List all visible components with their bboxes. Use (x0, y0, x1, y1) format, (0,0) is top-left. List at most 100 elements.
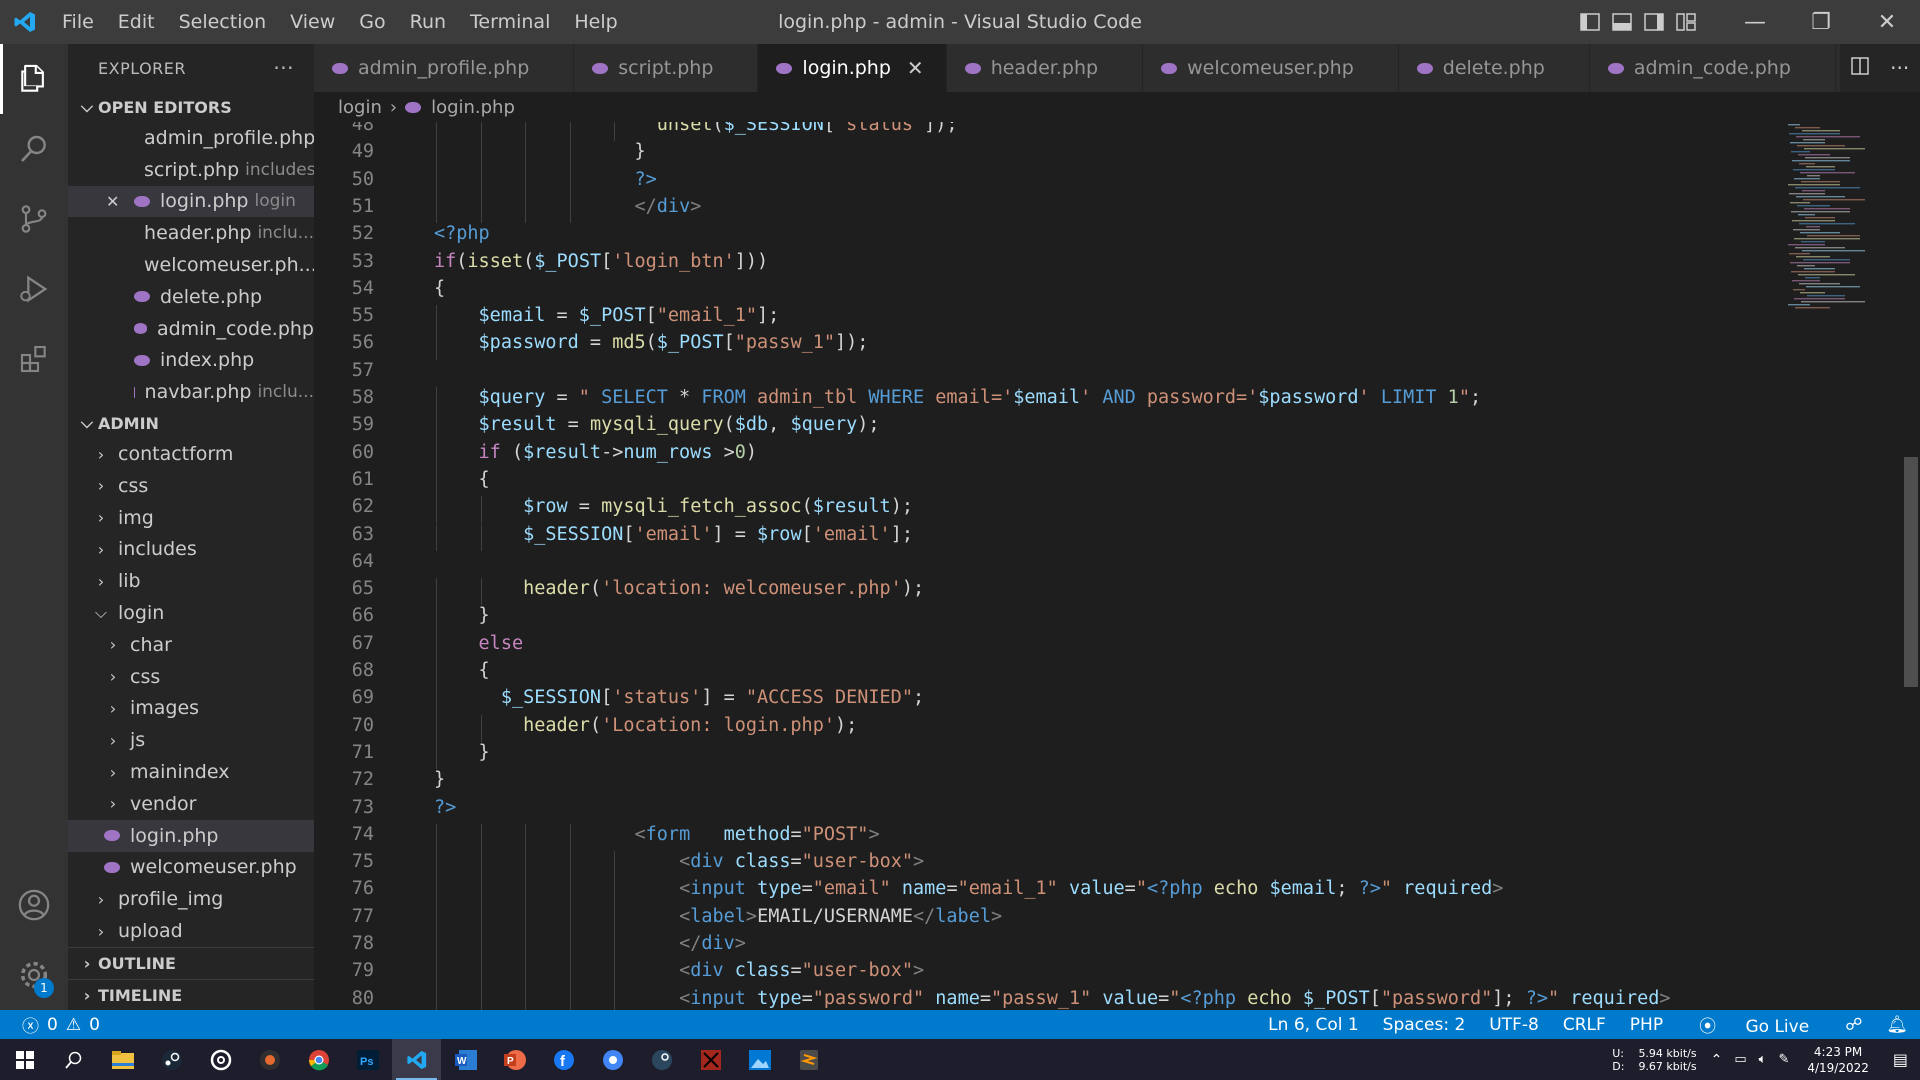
volume-icon[interactable]: 🔈︎ (1753, 1052, 1773, 1067)
windows-start-icon[interactable] (0, 1039, 49, 1080)
vertical-scrollbar[interactable] (1898, 122, 1920, 1010)
menu-terminal[interactable]: Terminal (458, 0, 562, 44)
chevron-up-icon[interactable]: ⌃ (1705, 1052, 1729, 1068)
language-mode[interactable]: PHP (1618, 1015, 1675, 1035)
open-editor-item[interactable]: welcomeuser.ph... (68, 249, 314, 281)
open-editor-item[interactable]: navbar.php inclu... (68, 376, 314, 408)
game-app-icon[interactable] (686, 1039, 735, 1080)
customize-layout-icon[interactable] (1670, 0, 1702, 44)
tree-folder[interactable]: › vendor (68, 788, 314, 820)
toggle-primary-sidebar-icon[interactable] (1574, 0, 1606, 44)
tree-folder[interactable]: › includes (68, 534, 314, 566)
tree-folder[interactable]: › css (68, 661, 314, 693)
indentation[interactable]: Spaces: 2 (1371, 1015, 1478, 1035)
outline-header[interactable]: › OUTLINE (68, 946, 314, 979)
timeline-header[interactable]: › TIMELINE (68, 978, 314, 1011)
extensions-icon[interactable] (0, 324, 68, 394)
tree-folder[interactable]: › profile_img (68, 883, 314, 915)
powerpoint-icon[interactable]: P (490, 1039, 539, 1080)
network-icon[interactable]: ▭ (1728, 1052, 1752, 1067)
tree-folder[interactable]: › upload (68, 915, 314, 947)
open-editors-header[interactable]: ⌵ OPEN EDITORS (68, 92, 314, 122)
tab-login-php[interactable]: login.php ✕ (758, 44, 947, 92)
tree-file[interactable]: login.php (68, 819, 314, 852)
open-editor-item[interactable]: script.php includes (68, 154, 314, 186)
tree-folder[interactable]: › css (68, 470, 314, 502)
encoding[interactable]: UTF-8 (1477, 1015, 1551, 1035)
notifications-bell-icon[interactable]: 🔔︎ (1874, 1015, 1920, 1035)
tab-admin_profile-php[interactable]: admin_profile.php (314, 44, 575, 92)
manage-gear-icon[interactable]: 1 (0, 940, 68, 1010)
open-editor-item[interactable]: admin_profile.php (68, 122, 314, 154)
restore-button[interactable]: ❐ (1788, 0, 1854, 44)
accounts-icon[interactable] (0, 870, 68, 940)
pen-icon[interactable]: ✎ (1772, 1052, 1795, 1067)
tab-delete-php[interactable]: delete.php (1398, 44, 1590, 92)
more-actions-icon[interactable]: ··· (1890, 56, 1909, 80)
tree-folder[interactable]: › lib (68, 565, 314, 597)
tree-folder[interactable]: › js (68, 724, 314, 756)
open-editor-item[interactable]: admin_code.php (68, 313, 314, 345)
tree-file[interactable]: welcomeuser.php (68, 852, 314, 884)
tree-folder[interactable]: ⌵ login (68, 597, 314, 629)
toggle-secondary-sidebar-icon[interactable] (1638, 0, 1670, 44)
clock[interactable]: 4:23 PM 4/19/2022 (1795, 1044, 1881, 1076)
scrollbar-thumb[interactable] (1904, 457, 1918, 687)
obs-icon[interactable] (245, 1039, 294, 1080)
menu-edit[interactable]: Edit (106, 0, 167, 44)
end-of-line[interactable]: CRLF (1551, 1015, 1618, 1035)
tab-admin_code-php[interactable]: admin_code.php (1589, 44, 1836, 92)
breadcrumb-file[interactable]: login.php (431, 97, 515, 118)
minimap[interactable] (1778, 122, 1898, 322)
tree-folder[interactable]: › img (68, 502, 314, 534)
explorer-icon[interactable] (0, 44, 68, 114)
open-editor-item[interactable]: header.php inclu... (68, 217, 314, 249)
feedback-icon[interactable]: ☍ (1833, 1015, 1874, 1035)
origin-icon[interactable] (196, 1039, 245, 1080)
tree-folder[interactable]: › mainindex (68, 756, 314, 788)
photos-icon[interactable] (735, 1039, 784, 1080)
menu-go[interactable]: Go (347, 0, 397, 44)
close-tab-icon[interactable]: ✕ (907, 56, 924, 80)
menu-run[interactable]: Run (398, 0, 458, 44)
menu-view[interactable]: View (278, 0, 347, 44)
tab-welcomeuser-php[interactable]: welcomeuser.php (1143, 44, 1399, 92)
vscode-taskbar-icon[interactable] (392, 1039, 441, 1080)
photoshop-icon[interactable]: Ps (343, 1039, 392, 1080)
tree-folder[interactable]: › images (68, 693, 314, 725)
code-editor[interactable]: 48 unset($_SESSION['status']); 49} 50 ?> 51 </… (314, 122, 1920, 1010)
explorer-more-actions-icon[interactable]: ··· (273, 56, 294, 80)
split-editor-icon[interactable] (1850, 56, 1869, 80)
chrome-icon[interactable] (294, 1039, 343, 1080)
tab-header-php[interactable]: header.php (946, 44, 1144, 92)
admin-folder-header[interactable]: ⌵ ADMIN (68, 408, 314, 438)
tree-folder[interactable]: › char (68, 629, 314, 661)
steam-icon[interactable] (147, 1039, 196, 1080)
open-editor-item[interactable]: delete.php (68, 281, 314, 313)
menu-selection[interactable]: Selection (167, 0, 279, 44)
tree-folder[interactable]: › contactform (68, 438, 314, 470)
source-control-icon[interactable] (0, 184, 68, 254)
menu-help[interactable]: Help (562, 0, 629, 44)
search-icon[interactable] (0, 114, 68, 184)
steam-alt-icon[interactable] (637, 1039, 686, 1080)
close-window-button[interactable]: ✕ (1854, 0, 1920, 44)
tab-script-php[interactable]: script.php (574, 44, 759, 92)
breadcrumb-folder[interactable]: login (338, 97, 382, 118)
word-icon[interactable]: W (441, 1039, 490, 1080)
chrome-profile-icon[interactable] (588, 1039, 637, 1080)
sublime-text-icon[interactable] (784, 1039, 833, 1080)
open-editor-item[interactable]: ✕ login.php login (68, 185, 314, 218)
taskbar-search-icon[interactable] (49, 1039, 98, 1080)
facebook-icon[interactable]: f (539, 1039, 588, 1080)
toggle-panel-icon[interactable] (1606, 0, 1638, 44)
file-explorer-icon[interactable] (98, 1039, 147, 1080)
action-center-icon[interactable]: ▤ (1881, 1050, 1920, 1069)
problems-indicator[interactable]: ⓧ 0 ⚠ 0 (0, 1012, 100, 1038)
menu-file[interactable]: File (50, 0, 106, 44)
open-editor-item[interactable]: index.php (68, 345, 314, 377)
go-live-button[interactable]: ⦿ Go Live (1675, 1012, 1833, 1037)
cursor-position[interactable]: Ln 6, Col 1 (1256, 1015, 1371, 1035)
minimize-button[interactable]: — (1722, 0, 1788, 44)
close-icon[interactable]: ✕ (106, 192, 134, 211)
